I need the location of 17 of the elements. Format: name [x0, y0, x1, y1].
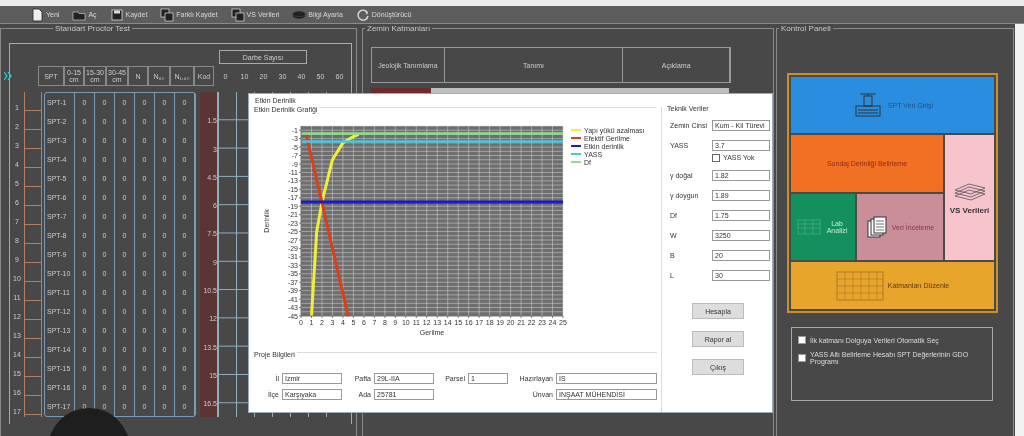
document-icon: [30, 7, 44, 22]
checkbox[interactable]: [798, 354, 806, 362]
refresh-icon: [355, 7, 370, 22]
checkbox[interactable]: [712, 153, 720, 162]
table-icon: [797, 219, 821, 235]
floppy-stack-icon: [230, 7, 245, 22]
panel-title: Standart Proctor Test: [54, 24, 131, 33]
tile-button[interactable]: VS Verileri: [945, 135, 994, 260]
grid-icon: [835, 270, 884, 301]
checkbox[interactable]: [798, 336, 806, 344]
panel-title: Kontrol Paneli: [780, 24, 832, 33]
floppy-icon: [109, 7, 124, 22]
panel-title: Zemin Katmanları: [366, 24, 432, 33]
chevron-icon: [4, 72, 12, 80]
floppy-stack-icon: [160, 7, 175, 22]
documents-icon: [865, 215, 888, 239]
layers-icon: [952, 180, 987, 202]
